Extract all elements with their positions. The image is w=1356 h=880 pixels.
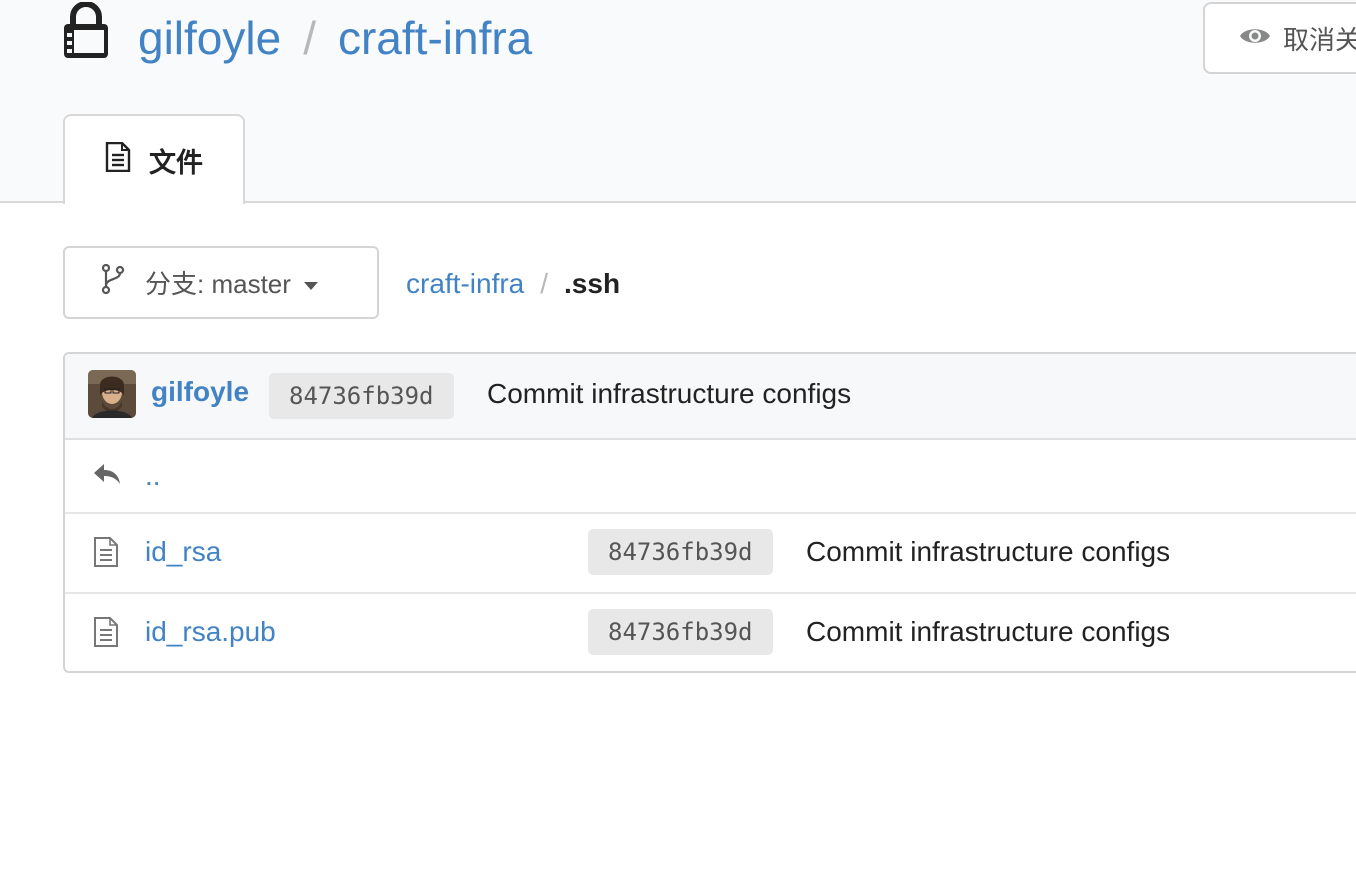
chevron-down-icon xyxy=(303,267,319,298)
file-icon xyxy=(93,617,119,652)
file-commit-message[interactable]: Commit infrastructure configs xyxy=(806,616,1170,648)
latest-commit-header: gilfoyle 84736fb39d Commit infrastructur… xyxy=(65,354,1356,440)
commit-sha-badge[interactable]: 84736fb39d xyxy=(269,373,454,419)
breadcrumb: craft-infra / .ssh xyxy=(406,262,620,306)
table-row-parent[interactable]: .. xyxy=(65,440,1356,514)
reply-icon xyxy=(93,462,121,491)
repo-header: gilfoyle / craft-infra 取消关注 文件 xyxy=(0,0,1356,204)
commit-message: Commit infrastructure configs xyxy=(487,378,852,409)
tab-files[interactable]: 文件 xyxy=(63,114,245,204)
repo-title: gilfoyle / craft-infra xyxy=(138,8,532,68)
file-name-link[interactable]: id_rsa xyxy=(145,536,221,568)
avatar[interactable] xyxy=(88,370,136,418)
file-icon xyxy=(93,537,119,572)
file-commit-sha-badge[interactable]: 84736fb39d xyxy=(588,609,773,655)
file-text-icon xyxy=(105,141,149,179)
file-name-link[interactable]: id_rsa.pub xyxy=(145,616,276,648)
lock-icon xyxy=(62,1,110,60)
repo-owner-link[interactable]: gilfoyle xyxy=(138,12,281,64)
file-commit-sha-badge[interactable]: 84736fb39d xyxy=(588,529,773,575)
tab-files-label: 文件 xyxy=(149,147,203,178)
table-row[interactable]: id_rsa.pub 84736fb39d Commit infrastruct… xyxy=(65,594,1356,671)
breadcrumb-current: .ssh xyxy=(564,268,621,299)
unwatch-button-label: 取消关注 xyxy=(1283,24,1356,55)
parent-directory-link[interactable]: .. xyxy=(145,460,161,492)
branch-icon xyxy=(101,263,125,301)
commit-author-link[interactable]: gilfoyle xyxy=(151,376,249,408)
breadcrumb-root-link[interactable]: craft-infra xyxy=(406,268,524,299)
repo-name-link[interactable]: craft-infra xyxy=(338,12,532,64)
branch-dropdown[interactable]: 分支: master xyxy=(63,246,379,319)
unwatch-button[interactable]: 取消关注 xyxy=(1203,2,1356,74)
file-table: gilfoyle 84736fb39d Commit infrastructur… xyxy=(63,352,1356,673)
branch-dropdown-label: 分支: master xyxy=(145,269,291,299)
file-commit-message[interactable]: Commit infrastructure configs xyxy=(806,536,1170,568)
eye-icon xyxy=(1239,23,1283,54)
breadcrumb-separator: / xyxy=(540,268,549,299)
table-row[interactable]: id_rsa 84736fb39d Commit infrastructure … xyxy=(65,514,1356,594)
repo-title-separator: / xyxy=(303,12,316,64)
